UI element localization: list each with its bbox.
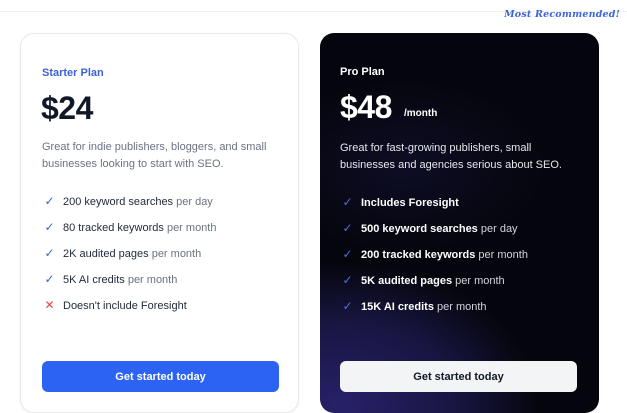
feature-qualifier: per month — [452, 275, 505, 287]
feature-item: ✓ 15K AI credits per month — [340, 298, 528, 324]
feature-text: 200 keyword searches — [63, 196, 174, 208]
check-icon: ✓ — [342, 273, 353, 287]
starter-plan-price: $24 — [41, 90, 93, 126]
check-icon: ✓ — [342, 299, 353, 313]
feature-qualifier: per month — [475, 249, 528, 261]
feature-text: 5K AI credits — [63, 274, 125, 286]
feature-item: ✓ 200 tracked keywords per month — [340, 246, 528, 272]
starter-plan-description: Great for indie publishers, bloggers, an… — [42, 141, 267, 170]
feature-item: ✓ 2K audited pages per month — [42, 245, 216, 271]
pro-plan-description: Great for fast-growing publishers, small… — [340, 142, 562, 171]
feature-item: ✓ 80 tracked keywords per month — [42, 219, 216, 245]
check-icon: ✓ — [342, 221, 353, 235]
feature-item: ✓ 500 keyword searches per day — [340, 220, 528, 246]
check-icon: ✓ — [44, 220, 55, 234]
feature-qualifier: per month — [433, 301, 487, 313]
check-icon: ✓ — [44, 246, 55, 260]
check-icon: ✓ — [44, 272, 55, 286]
starter-plan-name: Starter Plan — [42, 67, 104, 79]
feature-text: Includes Foresight — [361, 197, 459, 209]
feature-text: 2K audited pages — [63, 248, 149, 260]
feature-text: 15K AI credits — [361, 301, 434, 313]
feature-item: ✕ Doesn't include Foresight — [42, 297, 216, 323]
pro-plan-period: /month — [404, 108, 438, 119]
feature-item: ✓ 5K audited pages per month — [340, 272, 528, 298]
check-icon: ✓ — [44, 194, 55, 208]
starter-plan-card: Starter Plan $24 Great for indie publish… — [20, 33, 299, 413]
starter-get-started-button[interactable]: Get started today — [42, 361, 279, 392]
feature-qualifier: per month — [163, 222, 217, 234]
pro-feature-list: ✓ Includes Foresight ✓ 500 keyword searche… — [340, 194, 528, 324]
feature-text: 5K audited pages — [361, 275, 453, 287]
pro-plan-card: Pro Plan $48 /month Great for fast-growi… — [320, 33, 599, 413]
feature-qualifier: per month — [148, 248, 202, 260]
feature-qualifier: per month — [124, 274, 178, 286]
feature-text: 80 tracked keywords — [63, 222, 164, 234]
feature-qualifier: per day — [173, 196, 213, 208]
feature-item: ✓ Includes Foresight — [340, 194, 528, 220]
feature-item: ✓ 200 keyword searches per day — [42, 193, 216, 219]
check-icon: ✓ — [342, 195, 353, 209]
check-icon: ✓ — [342, 247, 353, 261]
feature-text: Doesn't include Foresight — [63, 300, 187, 312]
cross-icon: ✕ — [44, 298, 55, 312]
feature-text: 200 tracked keywords — [361, 249, 476, 261]
starter-feature-list: ✓ 200 keyword searches per day ✓ 80 tracke… — [42, 193, 216, 323]
most-recommended-label: Most Recommended! — [504, 9, 620, 20]
feature-item: ✓ 5K AI credits per month — [42, 271, 216, 297]
feature-text: 500 keyword searches — [361, 223, 478, 235]
pro-get-started-button[interactable]: Get started today — [340, 361, 577, 392]
pro-plan-price: $48 — [340, 89, 392, 125]
feature-qualifier: per day — [477, 223, 518, 235]
pro-plan-name: Pro Plan — [340, 66, 385, 78]
